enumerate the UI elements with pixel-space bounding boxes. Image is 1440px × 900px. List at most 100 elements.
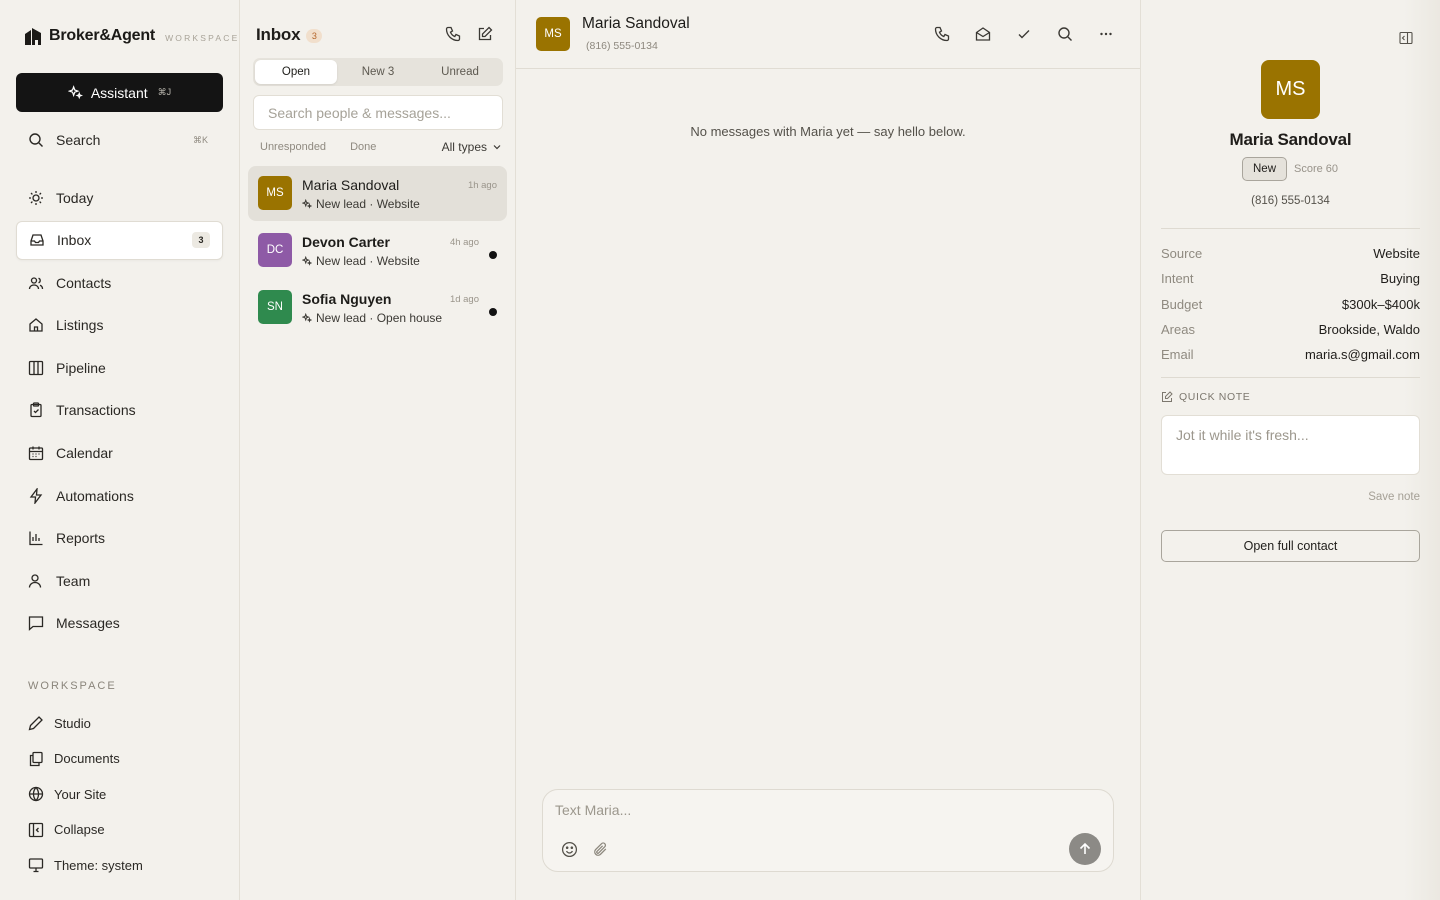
workspace-section-label: WORKSPACE — [28, 680, 117, 692]
divider — [1161, 228, 1420, 229]
more-horizontal-icon[interactable] — [1098, 26, 1114, 42]
pen-icon — [28, 716, 43, 731]
conversation-item[interactable]: DC Devon Carter New lead · Website 4h ag… — [248, 223, 507, 278]
nav-item-pipeline[interactable]: Pipeline — [16, 348, 223, 387]
compose-icon[interactable] — [477, 26, 493, 42]
search-icon[interactable] — [1057, 26, 1073, 42]
tab-new[interactable]: New 3 — [337, 60, 419, 84]
tab-unread[interactable]: Unread — [419, 60, 501, 84]
search-shortcut: ⌘K — [192, 134, 208, 145]
sparkle-icon — [302, 313, 312, 323]
nav-item-today[interactable]: Today — [16, 178, 223, 217]
bolt-icon — [29, 487, 43, 504]
search-label: Search — [56, 132, 101, 148]
workspace-item-collapse[interactable]: Collapse — [28, 818, 143, 842]
nav-label: Messages — [56, 615, 120, 632]
conversation-subtitle-text: New lead · Open house — [316, 311, 443, 325]
nav-label: Pipeline — [56, 359, 106, 376]
nav-label: Today — [56, 189, 94, 206]
filter-types-dropdown[interactable]: All types — [442, 140, 502, 154]
nav-label: Automations — [56, 487, 134, 504]
conversation-item[interactable]: SN Sofia Nguyen New lead · Open house 1d… — [248, 280, 507, 335]
message-icon — [28, 616, 44, 632]
open-full-contact-button[interactable]: Open full contact — [1161, 530, 1420, 562]
assistant-shortcut: ⌘J — [157, 87, 172, 97]
conversation-subtitle-text: New lead · Website — [316, 197, 420, 211]
nav-item-transactions[interactable]: Transactions — [16, 391, 223, 430]
contact-panel: MS Maria Sandoval New Score 60 (816) 555… — [1141, 0, 1440, 900]
inbox-actions — [445, 26, 493, 42]
assistant-button[interactable]: Assistant ⌘J — [16, 73, 223, 112]
detail-key: Email — [1161, 347, 1194, 363]
nav-item-automations[interactable]: Automations — [16, 476, 223, 515]
contact-phone[interactable]: (816) 555-0134 — [1141, 195, 1440, 207]
message-composer — [542, 789, 1114, 872]
sidebar-search[interactable]: Search ⌘K — [28, 130, 208, 150]
inbox-panel: Inbox 3 Open New 3 Unread Unresponded Do… — [240, 0, 516, 900]
detail-row-areas: Areas Brookside, Waldo — [1161, 317, 1420, 342]
detail-key: Areas — [1161, 322, 1195, 338]
documents-icon — [29, 751, 43, 766]
check-icon[interactable] — [1016, 26, 1032, 42]
search-icon — [29, 133, 43, 147]
status-badge[interactable]: New — [1242, 157, 1288, 181]
send-button[interactable] — [1069, 833, 1101, 865]
nav-label: Reports — [56, 530, 106, 547]
conversation-subtitle: New lead · Website — [302, 254, 420, 268]
filter-unresponded[interactable]: Unresponded — [260, 141, 326, 153]
unread-dot — [489, 251, 497, 259]
detail-value: Buying — [1380, 271, 1420, 287]
collapse-icon — [28, 822, 44, 837]
brand[interactable]: Broker&Agent WORKSPACE — [24, 26, 240, 46]
conversation-item[interactable]: MS Maria Sandoval New lead · Website 1h … — [248, 166, 507, 221]
inbox-search-input[interactable] — [253, 95, 503, 130]
nav-item-contacts[interactable]: Contacts — [16, 263, 223, 302]
users-icon — [28, 277, 44, 289]
chat-contact-name[interactable]: Maria Sandoval — [582, 15, 690, 33]
nav-item-inbox[interactable]: Inbox 3 — [16, 220, 223, 260]
quick-note-label: QUICK NOTE — [1161, 391, 1250, 403]
quick-note-label-text: QUICK NOTE — [1179, 391, 1251, 403]
filter-done[interactable]: Done — [350, 141, 376, 153]
nav-label: Inbox — [57, 232, 92, 249]
sparkle-icon — [302, 199, 312, 209]
mail-open-icon[interactable] — [975, 26, 991, 42]
inbox-filters: Unresponded Done All types — [260, 140, 502, 154]
workspace-item-your-site[interactable]: Your Site — [28, 782, 143, 806]
sun-icon — [29, 190, 43, 205]
contact-avatar: MS — [1261, 60, 1320, 119]
emoji-icon[interactable] — [561, 841, 578, 858]
save-note-button[interactable]: Save note — [1368, 491, 1420, 503]
nav-label: Calendar — [56, 445, 113, 462]
calendar-icon — [28, 446, 44, 461]
nav-item-messages[interactable]: Messages — [16, 604, 223, 643]
phone-icon[interactable] — [934, 26, 950, 42]
avatar: SN — [258, 290, 292, 324]
paperclip-icon[interactable] — [592, 841, 609, 858]
contact-details: Source Website Intent Buying Budget $300… — [1161, 241, 1420, 367]
workspace-item-theme[interactable]: Theme: system — [28, 853, 143, 877]
message-input[interactable] — [555, 802, 1055, 824]
workspace-item-label: Documents — [54, 751, 120, 766]
main-nav: Today Inbox 3 Contacts Listings Pipeline… — [16, 178, 223, 647]
sparkle-icon — [67, 85, 83, 100]
sidebar: Broker&Agent WORKSPACE Assistant ⌘J Sear… — [0, 0, 240, 900]
nav-item-reports[interactable]: Reports — [16, 519, 223, 558]
quick-note-input[interactable] — [1161, 415, 1420, 475]
nav-item-team[interactable]: Team — [16, 561, 223, 600]
phone-icon[interactable] — [445, 26, 461, 42]
workspace-item-studio[interactable]: Studio — [28, 711, 143, 735]
nav-item-calendar[interactable]: Calendar — [16, 434, 223, 473]
workspace-item-documents[interactable]: Documents — [28, 747, 143, 771]
chat-panel: MS Maria Sandoval (816) 555-0134 No mess… — [516, 0, 1141, 900]
tab-open[interactable]: Open — [255, 60, 337, 84]
conversation-subtitle: New lead · Open house — [302, 311, 442, 325]
workspace-item-label: Your Site — [54, 786, 107, 802]
detail-key: Source — [1161, 246, 1203, 262]
inbox-tabs: Open New 3 Unread — [253, 58, 503, 86]
nav-label: Listings — [56, 317, 104, 334]
nav-item-listings[interactable]: Listings — [16, 306, 223, 345]
avatar: MS — [258, 176, 292, 210]
detail-value[interactable]: maria.s@gmail.com — [1305, 347, 1420, 362]
panel-toggle-icon[interactable] — [1399, 31, 1413, 45]
